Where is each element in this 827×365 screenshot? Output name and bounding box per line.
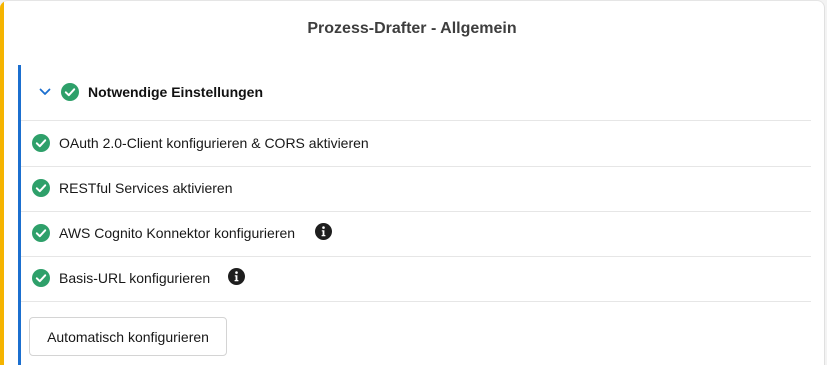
check-circle-icon (32, 269, 50, 287)
check-circle-icon (32, 134, 50, 152)
panel-accent-bar (0, 1, 4, 365)
checklist-item-aws-cognito: AWS Cognito Konnektor konfigurieren (21, 211, 811, 257)
check-circle-icon (32, 224, 50, 242)
chevron-down-icon[interactable] (39, 86, 51, 98)
checklist-item-oauth: OAuth 2.0-Client konfigurieren & CORS ak… (21, 121, 811, 167)
info-icon[interactable] (228, 268, 245, 285)
required-settings-section: Notwendige Einstellungen OAuth 2.0-Clien… (18, 65, 811, 365)
section-title: Notwendige Einstellungen (88, 84, 264, 100)
settings-panel: Prozess-Drafter - Allgemein Notwendige E… (0, 0, 825, 365)
section-header[interactable]: Notwendige Einstellungen (21, 65, 811, 121)
check-circle-icon (61, 83, 79, 101)
checklist-item-restful: RESTful Services aktivieren (21, 166, 811, 212)
auto-configure-button[interactable]: Automatisch konfigurieren (29, 317, 227, 356)
panel-title: Prozess-Drafter - Allgemein (307, 20, 517, 37)
checklist-item-label: RESTful Services aktivieren (59, 180, 233, 196)
check-circle-icon (32, 179, 50, 197)
checklist-item-label: OAuth 2.0-Client konfigurieren & CORS ak… (59, 135, 369, 151)
checklist-item-label: AWS Cognito Konnektor konfigurieren (59, 225, 296, 241)
checklist-item-base-url: Basis-URL konfigurieren (21, 256, 811, 302)
checklist-item-label: Basis-URL konfigurieren (59, 270, 211, 286)
info-icon[interactable] (315, 223, 332, 240)
